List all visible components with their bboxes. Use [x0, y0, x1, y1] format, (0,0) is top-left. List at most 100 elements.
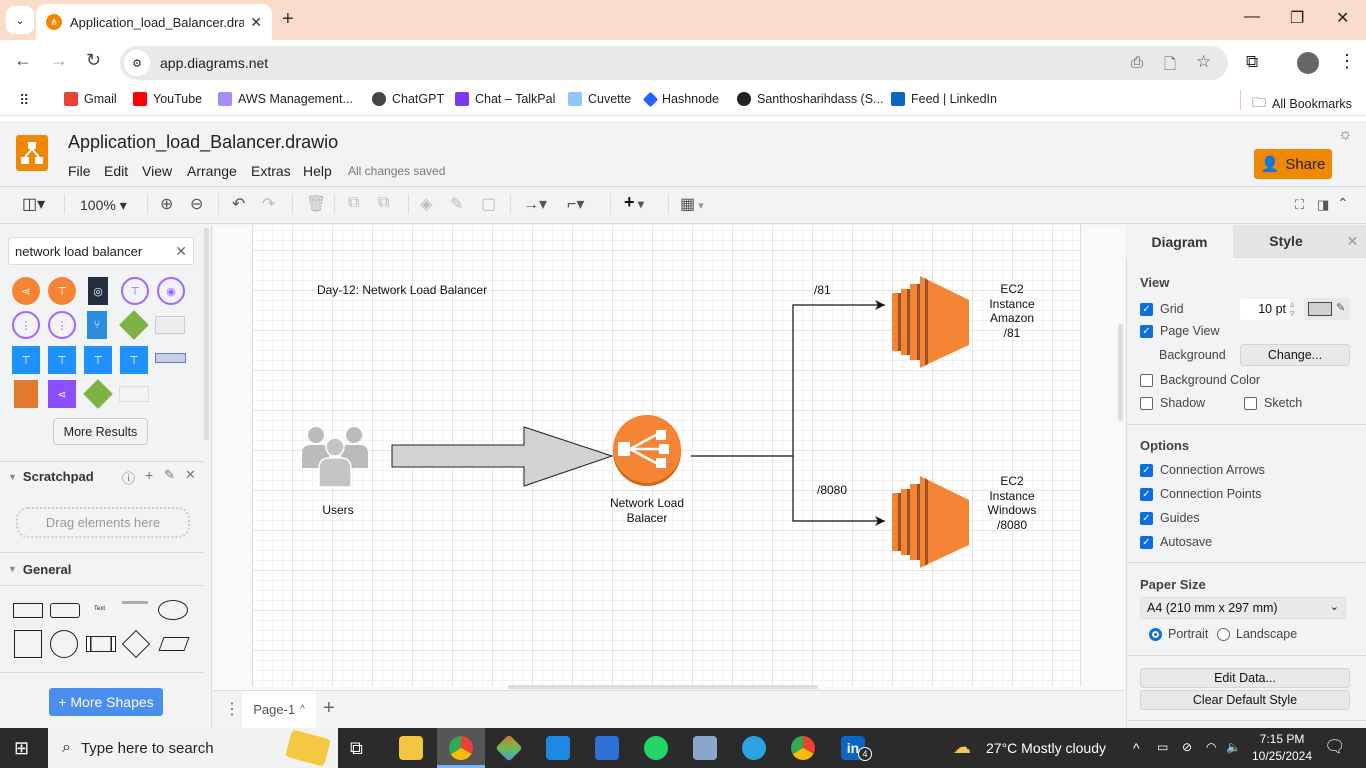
minimize-icon[interactable]: —: [1244, 8, 1260, 26]
connection-arrows-checkbox[interactable]: ✓ Connection Arrows: [1140, 463, 1265, 477]
menu-view[interactable]: View: [142, 163, 172, 179]
action-center-icon[interactable]: 🗨: [1324, 737, 1346, 757]
background-color-checkbox[interactable]: Background Color: [1140, 373, 1260, 387]
bookmark-github[interactable]: Santhosharihdass (S...: [737, 92, 883, 106]
whatsapp-icon[interactable]: [644, 736, 668, 760]
shapes-scrollbar[interactable]: [204, 228, 209, 440]
square-shape[interactable]: [14, 630, 42, 658]
forward-icon[interactable]: →: [50, 50, 68, 71]
redo-icon[interactable]: ↷: [262, 194, 275, 214]
add-page-icon[interactable]: +: [323, 697, 335, 720]
grid-size-input[interactable]: 10 pt: [1240, 299, 1290, 320]
download-page-icon[interactable]: 🗋: [1164, 54, 1176, 79]
ec2-instance-icon[interactable]: [892, 275, 970, 372]
toggle-format-panel-icon[interactable]: ◨: [1317, 197, 1329, 213]
block-arrow-shape[interactable]: [390, 425, 620, 492]
grid-size-stepper[interactable]: ▵ ▿: [1290, 300, 1295, 318]
install-app-icon[interactable]: ⎙: [1131, 54, 1143, 71]
profile-avatar[interactable]: [1297, 52, 1319, 74]
weather-text[interactable]: 27°C Mostly cloudy: [986, 740, 1106, 756]
ellipse-shape[interactable]: [158, 600, 188, 620]
guides-checkbox[interactable]: ✓ Guides: [1140, 511, 1200, 525]
bookmark-hashnode[interactable]: Hashnode: [642, 91, 719, 107]
result-shape[interactable]: ⊤: [120, 346, 148, 374]
sketch-checkbox[interactable]: Sketch: [1244, 396, 1302, 410]
result-shape[interactable]: [119, 386, 149, 402]
ec2-instance-icon[interactable]: [892, 475, 970, 572]
close-panel-icon[interactable]: ✕: [1339, 225, 1366, 258]
users-icon[interactable]: [301, 425, 369, 492]
result-shape[interactable]: [155, 353, 186, 363]
parallelogram-shape[interactable]: [158, 637, 190, 651]
file-explorer-icon[interactable]: [399, 736, 423, 760]
weather-icon[interactable]: ☁: [953, 737, 971, 758]
result-shape[interactable]: ⋖: [12, 277, 40, 305]
tab-diagram[interactable]: Diagram: [1126, 225, 1233, 258]
connection-style-icon[interactable]: →▾: [523, 194, 547, 214]
bookmark-chatgpt[interactable]: ChatGPT: [372, 92, 444, 106]
pages-menu-icon[interactable]: ⋮: [224, 699, 240, 719]
share-button[interactable]: 👤 Share: [1254, 149, 1332, 179]
collapse-toolbar-icon[interactable]: ⌃: [1337, 195, 1349, 212]
chrome-profile-icon[interactable]: [791, 736, 815, 760]
shadow-icon[interactable]: ▢: [481, 194, 496, 214]
waypoints-icon[interactable]: ⌐▾: [567, 194, 584, 214]
browser-menu-icon[interactable]: ⋮: [1338, 51, 1356, 72]
result-shape[interactable]: ⊤: [48, 346, 76, 374]
result-shape[interactable]: ⊤: [12, 346, 40, 374]
help-icon[interactable]: ⓘ: [122, 468, 135, 487]
extensions-icon[interactable]: ⧉: [1246, 52, 1258, 72]
text-shape[interactable]: Text: [94, 606, 105, 612]
portrait-radio[interactable]: Portrait: [1149, 627, 1208, 641]
all-bookmarks[interactable]: 🗀 All Bookmarks: [1252, 92, 1352, 116]
horizontal-scrollbar[interactable]: [508, 685, 818, 689]
rounded-rectangle-shape[interactable]: [50, 603, 80, 618]
delete-icon[interactable]: 🗑: [306, 194, 326, 214]
windows-start-icon[interactable]: ⊞: [14, 738, 29, 759]
menu-extras[interactable]: Extras: [251, 163, 291, 179]
result-shape[interactable]: ◉: [157, 277, 185, 305]
vscode-icon[interactable]: [546, 736, 570, 760]
show-hidden-icons[interactable]: ^: [1133, 740, 1140, 756]
result-shape[interactable]: ⋮: [48, 311, 76, 339]
volume-icon[interactable]: 🔈: [1226, 740, 1241, 754]
menu-edit[interactable]: Edit: [104, 163, 128, 179]
shape-search-input[interactable]: network load balancer ✕: [8, 237, 194, 265]
shadow-checkbox[interactable]: Shadow: [1140, 396, 1205, 410]
taskbar-search[interactable]: ⌕ Type here to search: [48, 728, 338, 768]
document-title[interactable]: Application_load_Balancer.drawio: [68, 132, 338, 153]
task-view-icon[interactable]: ⧉: [350, 738, 363, 759]
bookmark-linkedin[interactable]: Feed | LinkedIn: [891, 92, 997, 106]
bookmark-aws[interactable]: AWS Management...: [218, 92, 353, 106]
tab-style[interactable]: Style: [1233, 225, 1339, 258]
apps-grid-icon[interactable]: ⠿: [19, 92, 29, 109]
bookmark-gmail[interactable]: Gmail: [64, 92, 117, 106]
powershell-icon[interactable]: [595, 736, 619, 760]
clear-search-icon[interactable]: ✕: [175, 243, 187, 260]
textbox-shape[interactable]: [122, 601, 148, 617]
fullscreen-icon[interactable]: ⛶: [1295, 197, 1304, 213]
result-shape[interactable]: ⊤: [48, 277, 76, 305]
telegram-icon[interactable]: [742, 736, 766, 760]
general-header[interactable]: ▼ General: [0, 552, 204, 586]
to-front-icon[interactable]: ⧉: [348, 194, 359, 212]
result-shape[interactable]: ⋮: [12, 311, 40, 339]
autosave-checkbox[interactable]: ✓ Autosave: [1140, 535, 1212, 549]
rectangle-shape[interactable]: [13, 603, 43, 618]
address-bar[interactable]: ⚙ app.diagrams.net: [120, 46, 1228, 80]
network-off-icon[interactable]: ⊘: [1182, 740, 1192, 754]
page-view-checkbox[interactable]: ✓ Page View: [1140, 324, 1220, 338]
grid-color-button[interactable]: ✎: [1304, 298, 1350, 320]
edge-label-8080[interactable]: /8080: [817, 483, 847, 497]
site-info-icon[interactable]: ⚙: [124, 50, 150, 76]
clear-default-style-button[interactable]: Clear Default Style: [1140, 690, 1350, 710]
circle-shape[interactable]: [50, 630, 78, 658]
python-file-icon[interactable]: [693, 736, 717, 760]
clock[interactable]: 7:15 PM 10/25/2024: [1251, 731, 1313, 765]
insert-icon[interactable]: + ▾: [624, 192, 644, 213]
battery-icon[interactable]: ▭: [1157, 740, 1168, 754]
theme-toggle-icon[interactable]: ☼: [1338, 126, 1353, 144]
to-back-icon[interactable]: ⧉: [378, 194, 389, 212]
format-panel-toggle-icon[interactable]: ◫▾: [22, 194, 45, 214]
menu-file[interactable]: File: [68, 163, 91, 179]
